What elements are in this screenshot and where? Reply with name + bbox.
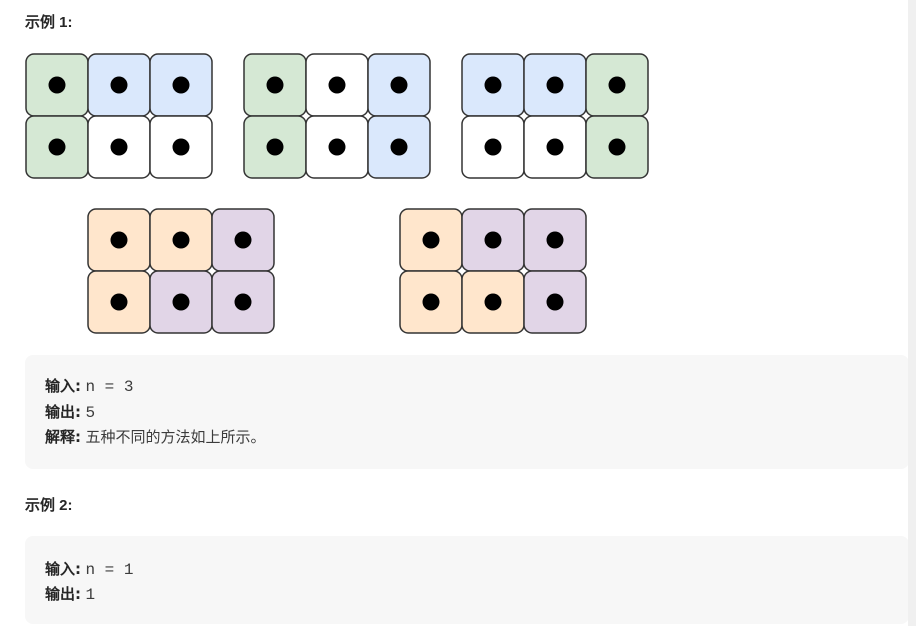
- explain-value: 五种不同的方法如上所示。: [85, 428, 266, 446]
- cell-dot: [546, 231, 564, 249]
- input-value: n = 1: [85, 561, 134, 579]
- tiling-1: [25, 53, 213, 179]
- cell-dot: [484, 293, 502, 311]
- input-line: 输入: n = 3: [45, 375, 133, 396]
- cell-dot: [546, 293, 564, 311]
- cell-dot: [172, 293, 190, 311]
- example-2-heading: 示例 2:: [25, 497, 73, 514]
- cell-dot: [484, 138, 502, 156]
- cell-dot: [608, 138, 626, 156]
- cell-dot: [422, 293, 440, 311]
- cell-dot: [110, 138, 128, 156]
- output-line: 输出: 1: [45, 583, 95, 604]
- output-line: 输出: 5: [45, 401, 95, 422]
- cell-dot: [608, 76, 626, 94]
- tiling-2: [243, 53, 431, 179]
- cell-dot: [546, 138, 564, 156]
- output-value: 5: [85, 404, 96, 422]
- cell-dot: [266, 138, 284, 156]
- tiling-4: [87, 208, 275, 334]
- cell-dot: [328, 138, 346, 156]
- cell-dot: [48, 76, 66, 94]
- input-value: n = 3: [85, 378, 134, 396]
- cell-dot: [172, 231, 190, 249]
- cell-dot: [110, 231, 128, 249]
- example-1-box: 输入: n = 3 输出: 5 解释: 五种不同的方法如上所示。: [25, 355, 909, 469]
- example-2-box: 输入: n = 1 输出: 1: [25, 536, 909, 624]
- tiling-diagram: [25, 53, 649, 334]
- output-label: 输出:: [45, 585, 81, 603]
- cell-dot: [172, 138, 190, 156]
- cell-dot: [110, 293, 128, 311]
- cell-dot: [484, 231, 502, 249]
- cell-dot: [390, 138, 408, 156]
- cell-dot: [110, 76, 128, 94]
- input-label: 输入:: [45, 560, 81, 578]
- cell-dot: [484, 76, 502, 94]
- input-label: 输入:: [45, 377, 81, 395]
- explain-line: 解释: 五种不同的方法如上所示。: [45, 426, 265, 447]
- cell-dot: [390, 76, 408, 94]
- output-label: 输出:: [45, 403, 81, 421]
- output-value: 1: [85, 586, 96, 604]
- scrollbar[interactable]: [908, 0, 916, 626]
- cell-dot: [422, 231, 440, 249]
- tiling-3: [461, 53, 649, 179]
- tiling-5: [399, 208, 587, 334]
- cell-dot: [172, 76, 190, 94]
- cell-dot: [48, 138, 66, 156]
- cell-dot: [234, 231, 252, 249]
- explain-label: 解释:: [45, 428, 81, 446]
- cell-dot: [546, 76, 564, 94]
- cell-dot: [266, 76, 284, 94]
- input-line: 输入: n = 1: [45, 558, 133, 579]
- cell-dot: [234, 293, 252, 311]
- cell-dot: [328, 76, 346, 94]
